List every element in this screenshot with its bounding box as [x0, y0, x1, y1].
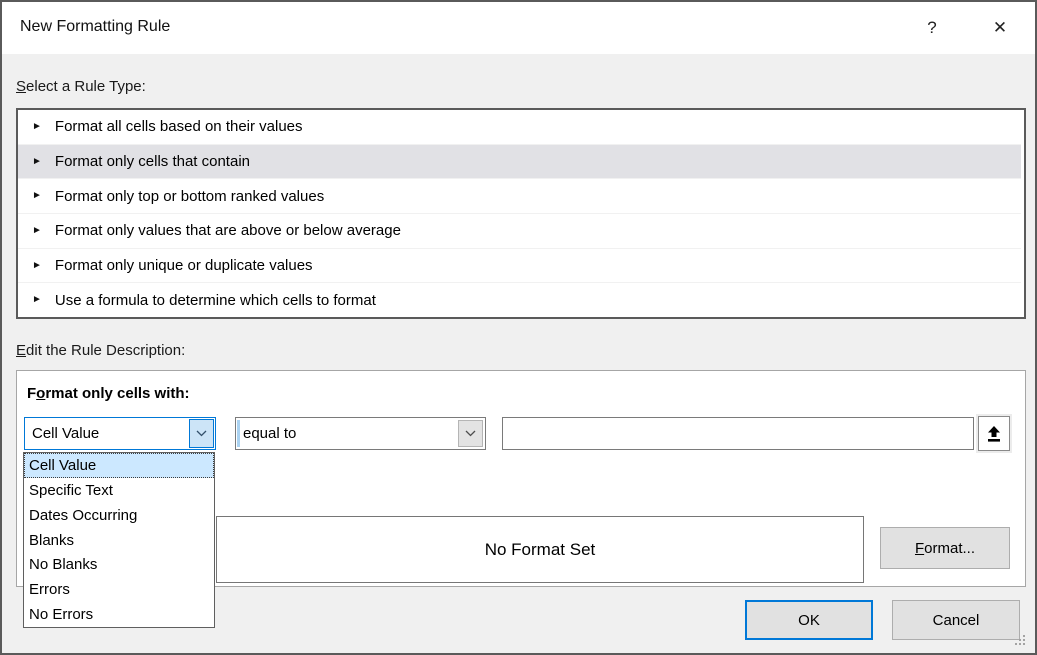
- dropdown-option-specific-text[interactable]: Specific Text: [24, 478, 214, 503]
- rule-type-option-label: Format only cells that contain: [55, 153, 250, 170]
- rule-type-option-label: Use a formula to determine which cells t…: [55, 292, 376, 309]
- dropdown-option-dates-occurring[interactable]: Dates Occurring: [24, 503, 214, 528]
- titlebar: New Formatting Rule ? ✕: [2, 2, 1035, 54]
- arrow-bullet-icon: ►: [32, 226, 42, 236]
- help-icon[interactable]: ?: [909, 2, 955, 54]
- chevron-down-icon[interactable]: [458, 420, 483, 447]
- rule-type-option-above-below-average[interactable]: ► Format only values that are above or b…: [18, 213, 1021, 248]
- cell-type-combobox-value: Cell Value: [25, 425, 99, 442]
- new-formatting-rule-dialog: New Formatting Rule ? ✕ Select a Rule Ty…: [0, 0, 1037, 655]
- format-preview-text: No Format Set: [485, 540, 596, 560]
- dialog-title: New Formatting Rule: [20, 18, 170, 36]
- rule-type-option-cells-that-contain[interactable]: ► Format only cells that contain: [18, 144, 1021, 179]
- cancel-button[interactable]: Cancel: [892, 600, 1020, 640]
- operator-combobox[interactable]: equal to: [235, 417, 486, 450]
- arrow-bullet-icon: ►: [32, 191, 42, 201]
- arrow-bullet-icon: ►: [32, 261, 42, 271]
- arrow-bullet-icon: ►: [32, 122, 42, 132]
- rule-type-option-cell-values[interactable]: ► Format all cells based on their values: [18, 110, 1021, 144]
- edit-rule-description-label: Edit the Rule Description:: [16, 342, 185, 359]
- rule-type-option-label: Format all cells based on their values: [55, 118, 303, 135]
- collapse-dialog-icon: [986, 425, 1002, 443]
- operator-combobox-value: equal to: [236, 425, 296, 442]
- arrow-bullet-icon: ►: [32, 157, 42, 167]
- rule-type-option-unique-duplicate[interactable]: ► Format only unique or duplicate values: [18, 248, 1021, 283]
- collapse-dialog-button[interactable]: [978, 416, 1010, 451]
- cell-type-combobox[interactable]: Cell Value: [24, 417, 216, 450]
- dropdown-option-blanks[interactable]: Blanks: [24, 528, 214, 553]
- dropdown-option-no-blanks[interactable]: No Blanks: [24, 552, 214, 577]
- dropdown-option-no-errors[interactable]: No Errors: [24, 602, 214, 627]
- rule-type-listbox: ► Format all cells based on their values…: [16, 108, 1026, 319]
- ok-button[interactable]: OK: [745, 600, 873, 640]
- rule-type-option-label: Format only values that are above or bel…: [55, 222, 401, 239]
- value-input[interactable]: [502, 417, 974, 450]
- resize-grip[interactable]: [1013, 633, 1015, 635]
- chevron-down-icon[interactable]: [189, 419, 214, 448]
- close-icon[interactable]: ✕: [977, 2, 1023, 54]
- dropdown-option-cell-value[interactable]: Cell Value: [24, 453, 214, 478]
- format-only-cells-with-label: Format only cells with:: [27, 385, 190, 402]
- cell-type-dropdown-popup: Cell Value Specific Text Dates Occurring…: [23, 452, 215, 628]
- text-caret: [237, 420, 240, 447]
- dropdown-option-errors[interactable]: Errors: [24, 577, 214, 602]
- select-rule-type-label: Select a Rule Type:: [16, 78, 146, 95]
- arrow-bullet-icon: ►: [32, 295, 42, 305]
- rule-type-option-label: Format only top or bottom ranked values: [55, 188, 324, 205]
- rule-type-option-formula[interactable]: ► Use a formula to determine which cells…: [18, 282, 1021, 317]
- rule-type-option-ranked-values[interactable]: ► Format only top or bottom ranked value…: [18, 178, 1021, 213]
- format-button[interactable]: Format...: [880, 527, 1010, 569]
- rule-type-option-label: Format only unique or duplicate values: [55, 257, 313, 274]
- format-preview-box: No Format Set: [216, 516, 864, 583]
